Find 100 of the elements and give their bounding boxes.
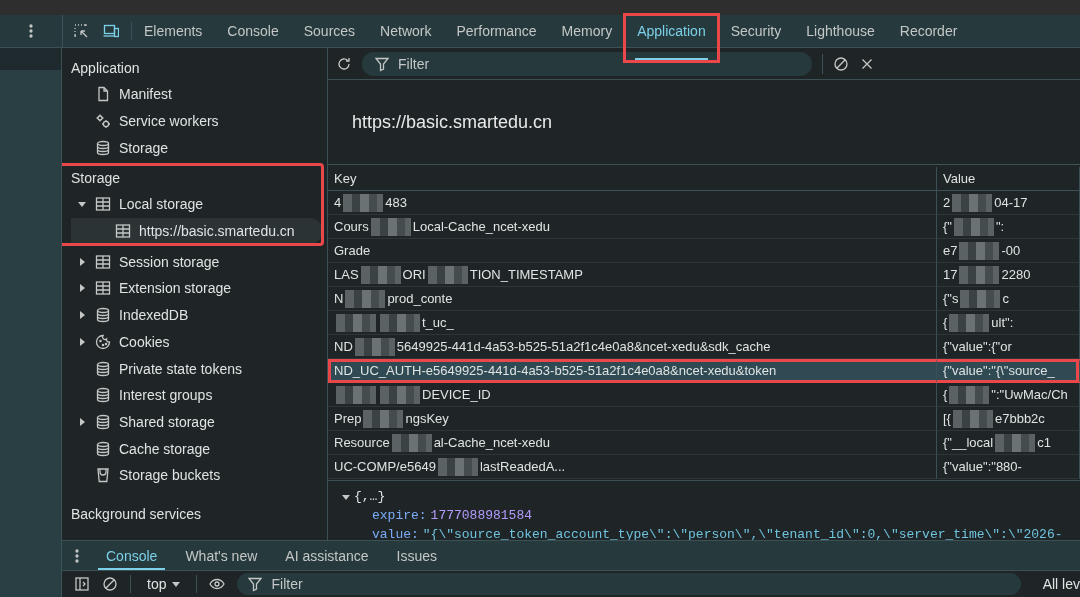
- sidebar-item[interactable]: Service workers: [71, 107, 322, 135]
- database-icon: [95, 360, 111, 377]
- inspect-icon[interactable]: [73, 23, 89, 39]
- sidebar-item[interactable]: IndexedDB: [71, 301, 322, 329]
- table-cell-text: al-Cache_ncet-xedu: [433, 433, 550, 452]
- panel-tab[interactable]: Sources: [291, 15, 368, 47]
- eye-icon[interactable]: [209, 576, 226, 592]
- file-icon: [95, 86, 111, 103]
- table-cell-text: 4: [334, 193, 342, 212]
- table-cell-text: 483: [385, 193, 407, 212]
- table-cell-text: c1: [1037, 433, 1051, 452]
- sidebar-item[interactable]: Session storage: [71, 248, 322, 276]
- table-cell-text: {"value":{"or: [943, 337, 1012, 356]
- redacted-blur: [336, 313, 376, 332]
- expanded-triangle-icon[interactable]: [342, 492, 350, 501]
- database-icon: [95, 307, 111, 324]
- redacted-blur: [949, 313, 990, 332]
- table-cell-text: {"__local: [943, 433, 994, 452]
- table-cell-text: {": [943, 217, 952, 236]
- refresh-icon[interactable]: [336, 55, 352, 72]
- collapsed-triangle-icon[interactable]: [78, 257, 86, 266]
- panel-tab[interactable]: Recorder: [887, 15, 970, 47]
- database-icon: [95, 413, 111, 430]
- redacted-blur: [952, 193, 993, 212]
- table-cell: {"value":"{\"source_: [943, 362, 1055, 380]
- filter-field[interactable]: Filter: [237, 573, 1021, 595]
- redacted-blur: [953, 217, 994, 236]
- redacted-blur: [959, 241, 1000, 260]
- clear-all-icon[interactable]: [833, 55, 849, 72]
- sidebar-item[interactable]: Private state tokens: [71, 355, 322, 382]
- database-icon: [95, 139, 111, 156]
- drawer-tab[interactable]: AI assistance: [271, 541, 383, 570]
- property-value: 1777088981584: [430, 508, 533, 523]
- redacted-blur: [949, 385, 990, 404]
- panel-tab[interactable]: Elements: [132, 15, 215, 47]
- panel-tab[interactable]: Console: [215, 15, 291, 47]
- property-value: "{\"source_token_account_type\":\"person\",\"tenant_id\":0,\"server_time\":\"2026-: [422, 527, 1063, 540]
- panel-tab[interactable]: Network: [368, 15, 444, 47]
- redacted-blur: [952, 409, 993, 428]
- table-cell-text: Prep: [334, 409, 362, 428]
- drawer-tab[interactable]: Console: [92, 541, 172, 570]
- drawer-tab[interactable]: What's new: [171, 541, 272, 570]
- expanded-triangle-icon[interactable]: [78, 200, 86, 209]
- redacted-blur: [380, 313, 420, 332]
- table-cell-text: {"s: [943, 289, 959, 308]
- clear-console-icon[interactable]: [102, 576, 118, 592]
- object-summary: {,…}: [354, 489, 386, 504]
- table-icon: [115, 223, 131, 240]
- redacted-blur: [360, 265, 401, 284]
- redacted-blur: [959, 265, 1000, 284]
- panel-tab[interactable]: Memory: [549, 15, 625, 47]
- sidebar-item[interactable]: Local storage: [71, 191, 322, 218]
- levels-dropdown[interactable]: All lev: [1032, 576, 1080, 592]
- panel-tab[interactable]: Security: [718, 15, 794, 47]
- table-cell-text: {"value":"880-: [943, 457, 1022, 476]
- sidebar-item[interactable]: https://basic.smartedu.cn: [71, 217, 322, 245]
- panel-tab[interactable]: Lighthouse: [794, 15, 887, 47]
- collapsed-triangle-icon[interactable]: [78, 337, 86, 346]
- redacted-blur: [380, 385, 420, 404]
- panel-tab[interactable]: Performance: [444, 15, 549, 47]
- table-cell-text: UC-COMP/e5649: [334, 457, 436, 476]
- property-name: value:: [372, 527, 419, 540]
- table-cell-text: 04-17: [994, 193, 1028, 212]
- drawer-tab[interactable]: Issues: [382, 541, 452, 570]
- section-heading: Application: [71, 59, 140, 78]
- filter-field[interactable]: Filter: [362, 51, 812, 76]
- table-cell-text: Resource: [334, 433, 390, 452]
- context-dropdown[interactable]: top: [143, 576, 185, 592]
- collapsed-triangle-icon[interactable]: [78, 417, 86, 426]
- collapsed-triangle-icon[interactable]: [78, 311, 86, 320]
- table-cell: ND_UC_AUTH-e5649925-441d-4a53-b525-51a2f1c4e0a8&ncet-xedu&token: [334, 362, 777, 380]
- sidebar-item[interactable]: Cookies: [71, 328, 322, 356]
- redacted-blur: [437, 457, 478, 476]
- redacted-blur: [427, 265, 468, 284]
- origin-heading: https://basic.smartedu.cn: [352, 111, 553, 133]
- sidebar-toggle-icon[interactable]: [74, 576, 90, 592]
- table-cell-text: ":"UwMac/Ch: [991, 385, 1068, 404]
- sidebar-item[interactable]: Extension storage: [71, 275, 322, 302]
- database-icon: [95, 440, 111, 457]
- table-cell-text: {: [943, 313, 948, 332]
- collapsed-triangle-icon[interactable]: [78, 284, 86, 293]
- sidebar-item[interactable]: Storage buckets: [71, 461, 322, 489]
- property-name: expire:: [372, 508, 427, 523]
- sidebar-item[interactable]: Cache storage: [71, 435, 322, 462]
- sidebar-item[interactable]: Storage: [71, 134, 322, 162]
- redacted-blur: [363, 409, 404, 428]
- device-toolbar-icon[interactable]: [103, 23, 119, 39]
- table-cell-text: ngsKey: [405, 409, 449, 428]
- sidebar-item[interactable]: Shared storage: [71, 408, 322, 436]
- sidebar-item[interactable]: Interest groups: [71, 381, 322, 409]
- redacted-blur: [391, 433, 432, 452]
- table-cell-text: ":: [995, 217, 1005, 236]
- sidebar-item[interactable]: Manifest: [71, 81, 322, 108]
- column-header[interactable]: Key: [328, 167, 937, 191]
- redacted-blur: [995, 433, 1036, 452]
- table-cell-text: t_uc_: [422, 313, 454, 332]
- table-cell-text: Grade: [334, 241, 371, 260]
- table-cell-text: ORI: [402, 265, 426, 284]
- table-cell-text: Cours: [334, 217, 369, 236]
- column-header[interactable]: Value: [937, 167, 1080, 191]
